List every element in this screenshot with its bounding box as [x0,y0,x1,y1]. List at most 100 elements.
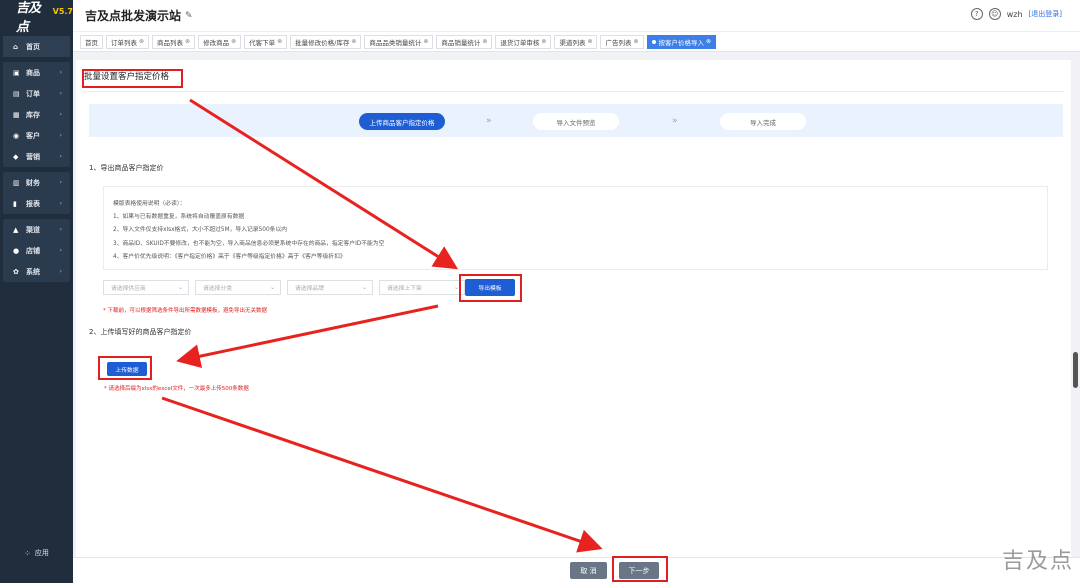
section-export-title: 1、导出商品客户指定价 [89,164,164,172]
close-icon[interactable]: ⊗ [139,38,144,45]
brand-select[interactable]: 请选择品牌 ⌄ [287,280,373,295]
top-header: 吉及点批发演示站 ✎ ? ☺ wzh [退出登录] [73,0,1080,31]
sidebar-item[interactable]: ✿ 系统 › [3,261,70,282]
finance-icon: ▥ [13,178,20,187]
tab-bar: 首页 订单列表 ⊗ 商品列表 ⊗ 修改商品 ⊗ 代客下单 ⊗ 批量修改价格/库存 ⊗ 商品品类销量统计… [73,31,1080,52]
apps-icon: ⁘ [24,548,31,558]
tab[interactable]: 广告列表 ⊗ [600,34,644,49]
sidebar-item-label: 系统 [26,267,40,276]
chevron-right-icon: › [59,132,62,139]
chevron-down-icon: ⌄ [361,284,367,291]
upload-hint: * 请选择后缀为xlsx的excel文件，一次最多上传500条数据 [104,386,249,392]
tab[interactable]: 订单列表 ⊗ [106,34,150,49]
shelf-status-select[interactable]: 请选择上下架 ⌄ [379,280,465,295]
tab-label: 商品列表 [157,38,184,47]
version-badge: V5.7 [52,7,73,16]
close-icon[interactable]: ⊗ [541,38,546,45]
customer-icon: ◉ [13,131,20,140]
watermark: 吉及点 [1001,549,1074,574]
tab-label: 商品销量统计 [441,38,481,47]
supplier-select-placeholder: 请选择供应商 [111,286,146,292]
nav-group: ▥ 财务 › ▮ 报表 › [3,172,70,214]
sidebar-item[interactable]: ◉ 客户 › [3,125,70,146]
sidebar-item[interactable]: ▣ 商品 › [3,62,70,83]
tab-label: 渠道列表 [559,38,586,47]
nav-group: ▣ 商品 › ▤ 订单 › ▦ 库存 › ◉ 客户 › ◆ 营销 › [3,62,70,167]
sidebar-item[interactable]: ▥ 财务 › [3,172,70,193]
close-icon[interactable]: ⊗ [423,38,428,45]
category-select-placeholder: 请选择分类 [203,286,232,292]
tab-label: 批量修改价格/库存 [295,38,350,47]
tab[interactable]: 商品销量统计 ⊗ [436,34,493,49]
tab[interactable]: 修改商品 ⊗ [198,34,242,49]
help-icon[interactable]: ? [970,8,983,20]
close-icon[interactable]: ⊗ [351,38,356,45]
sidebar-item[interactable]: ● 店铺 › [3,240,70,261]
chevron-right-icon: › [59,111,62,118]
sidebar-item-label: 客户 [26,131,40,140]
close-icon[interactable]: ⊗ [231,38,236,45]
supplier-select[interactable]: 请选择供应商 ⌄ [103,280,189,295]
annotation-box-title [82,69,183,88]
step-arrow-icon: » [486,116,492,126]
close-icon[interactable]: ⊗ [277,38,282,45]
sidebar-item-label: 库存 [26,110,40,119]
site-title: 吉及点批发演示站 [85,9,182,23]
chevron-right-icon: › [59,179,62,186]
sidebar-item[interactable]: ▤ 订单 › [3,83,70,104]
tab[interactable]: 按客户价格导入 ⊗ [646,34,717,49]
channel-icon: ▲ [13,225,19,234]
sidebar-item[interactable]: ◆ 营销 › [3,146,70,167]
close-icon[interactable]: ⊗ [587,38,592,45]
sidebar-item[interactable]: ▦ 库存 › [3,104,70,125]
tab-label: 修改商品 [203,38,230,47]
apps-button[interactable]: ⁘ 应用 [0,548,73,558]
notice-line: 4、客户价优先级说明：《客户指定价格》高于《客户等级指定价格》高于《客户等级折扣… [113,254,346,260]
report-icon: ▮ [13,199,17,208]
sidebar-item[interactable]: ▮ 报表 › [3,193,70,214]
notice-line: 2、导入文件仅支持xlsx格式，大小不超过5M，导入记录500条以内 [113,227,288,233]
tab[interactable]: 商品品类销量统计 ⊗ [364,34,434,49]
sidebar-item-label: 渠道 [26,225,40,234]
close-icon[interactable]: ⊗ [482,38,487,45]
chevron-right-icon: › [59,200,62,207]
sidebar-item-label: 报表 [26,199,40,208]
tab[interactable]: 渠道列表 ⊗ [554,34,598,49]
tab[interactable]: 退货订单审核 ⊗ [495,34,552,49]
scrollbar[interactable] [1073,352,1078,388]
active-dot-icon [651,39,656,44]
close-icon[interactable]: ⊗ [706,38,711,45]
logout-link[interactable]: [退出登录] [1029,9,1062,19]
chevron-right-icon: › [59,268,62,275]
inventory-icon: ▦ [13,110,20,119]
sidebar-item[interactable]: ▲ 渠道 › [3,219,70,240]
close-icon[interactable]: ⊗ [185,38,190,45]
chevron-right-icon: › [59,247,62,254]
sidebar-item-label: 首页 [26,42,40,51]
sidebar-item-label: 商品 [26,68,40,77]
tab[interactable]: 商品列表 ⊗ [152,34,196,49]
category-select[interactable]: 请选择分类 ⌄ [195,280,281,295]
annotation-box-upload [98,356,152,380]
chevron-right-icon: › [59,153,62,160]
username: wzh [1006,9,1023,19]
avatar-icon[interactable]: ☺ [988,8,1001,20]
annotation-box-export [459,274,522,302]
tab[interactable]: 批量修改价格/库存 ⊗ [290,34,362,49]
order-icon: ▤ [13,89,20,98]
edit-icon[interactable]: ✎ [185,11,193,21]
cancel-button[interactable]: 取 消 [570,562,607,579]
sidebar: 吉及点 V5.7 ⌂ 首页 ▣ 商品 › ▤ 订单 › ▦ 库存 › ◉ 客户 › ◆ 营销 › ▥ 财务 › ▮ 报表 ›… [0,0,73,583]
tab-label: 订单列表 [111,38,137,47]
steps-bar: 上传商品客户指定价格 » 导入文件预览 » 导入完成 [89,104,1063,137]
tab-label: 退货订单审核 [500,38,540,47]
annotation-box-next [612,556,668,582]
notice-line: 1、如果与已有数据重复，系统将自动覆盖原有数据 [113,214,245,220]
logo-text: 吉及点 [16,0,41,35]
sidebar-item[interactable]: ⌂ 首页 [3,36,70,57]
sidebar-item-label: 订单 [26,89,40,98]
tab[interactable]: 首页 [80,34,103,49]
close-icon[interactable]: ⊗ [633,38,638,45]
tab[interactable]: 代客下单 ⊗ [244,34,288,49]
user-area: ? ☺ wzh [退出登录] [970,8,1062,20]
